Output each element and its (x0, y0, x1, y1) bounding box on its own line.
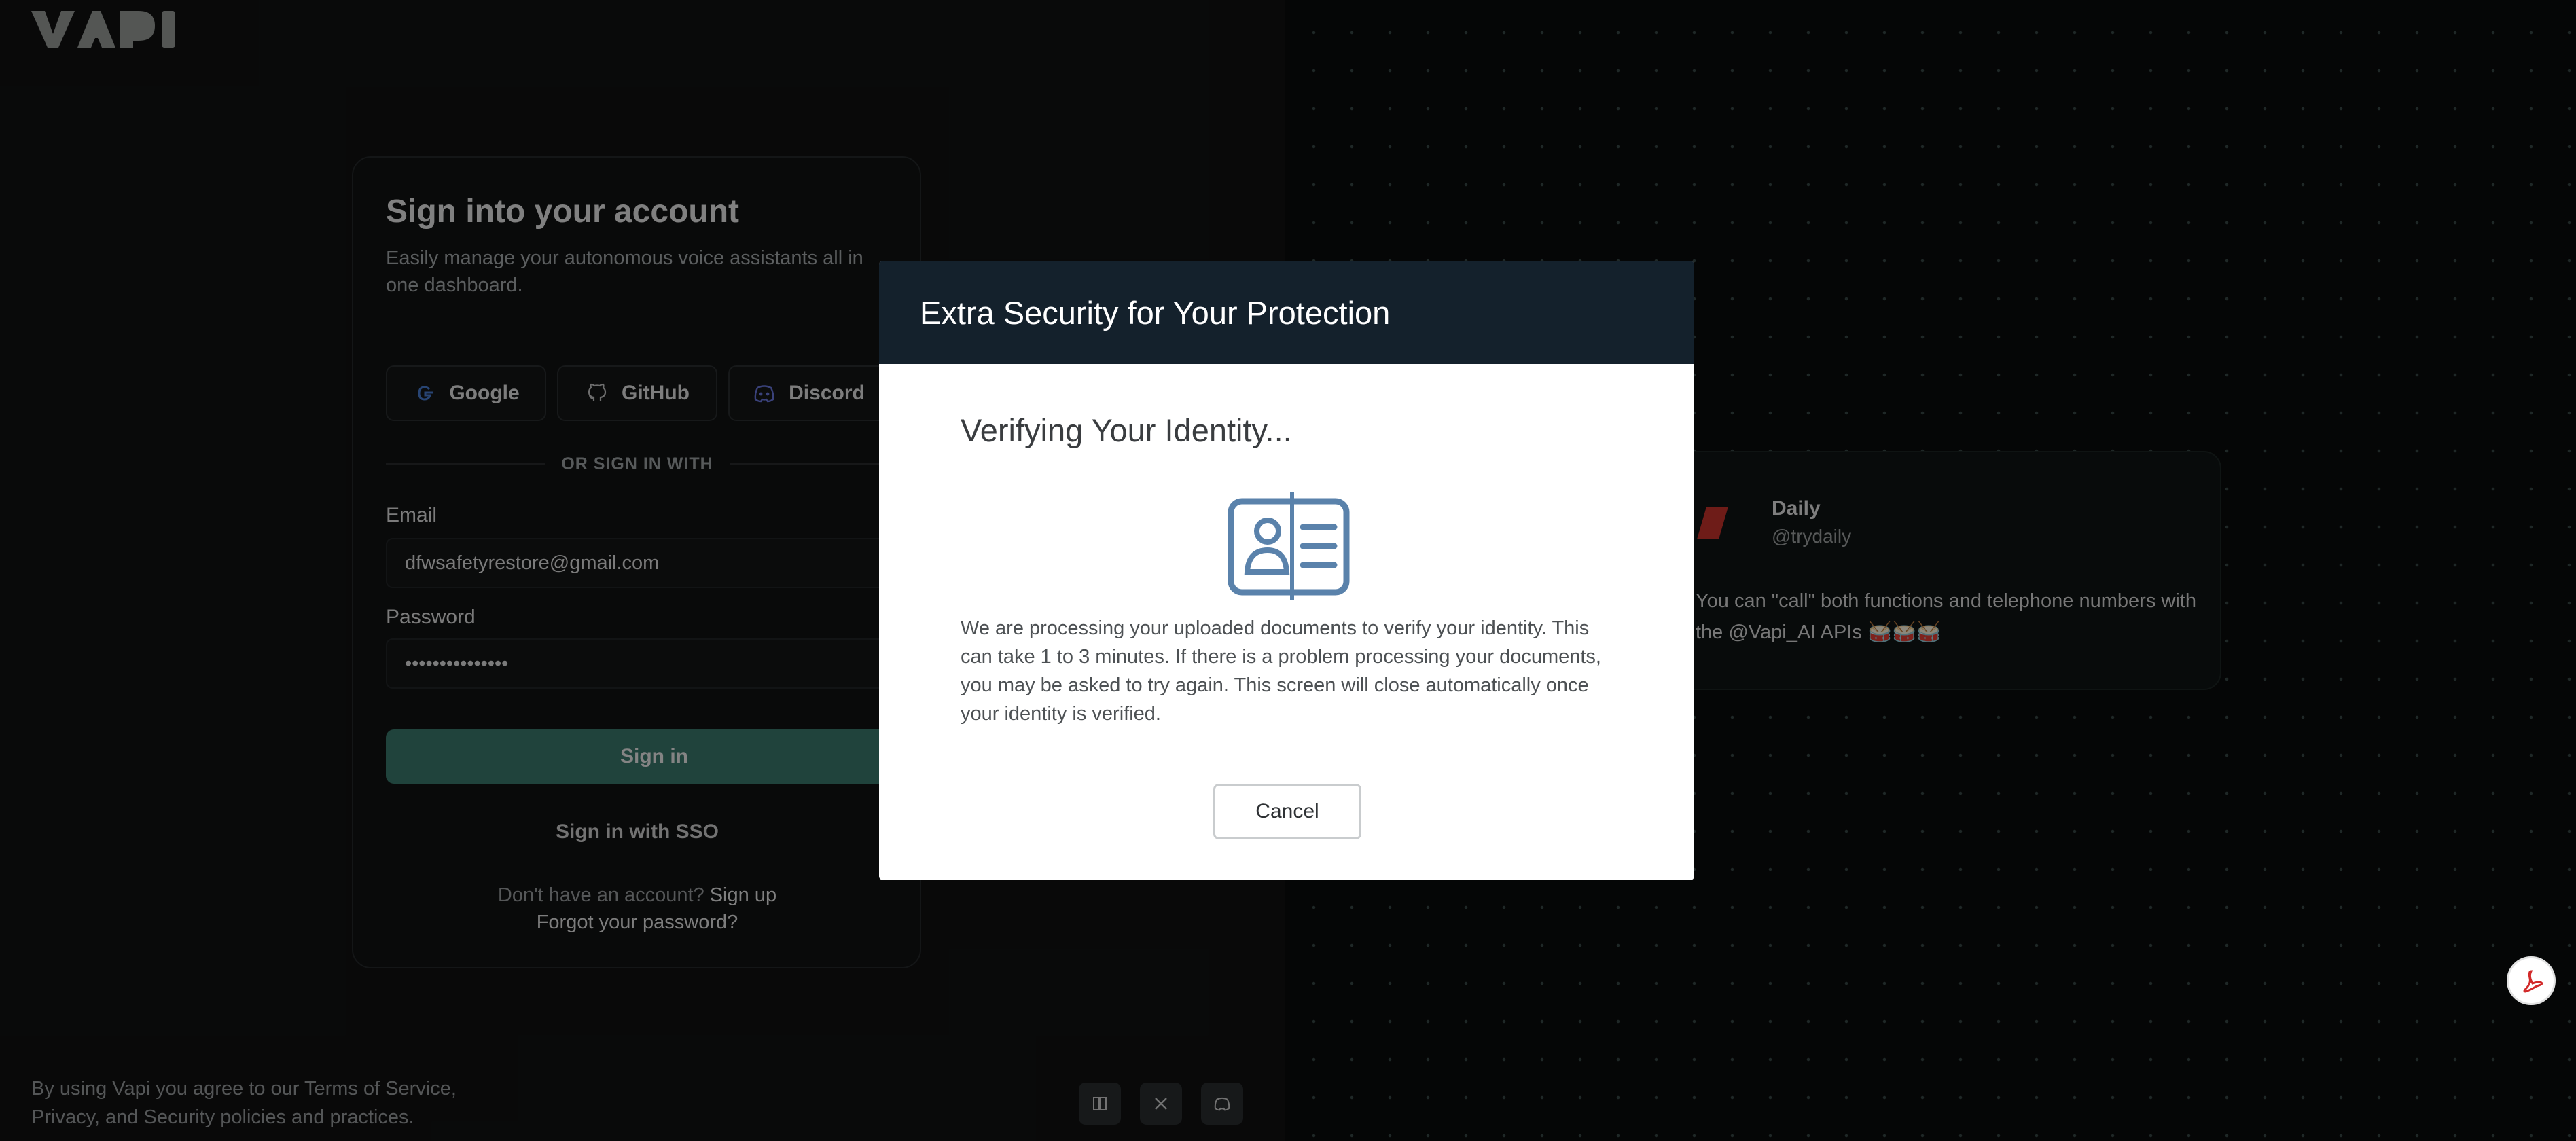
modal-header: Extra Security for Your Protection (879, 261, 1694, 364)
acrobat-pdf-icon[interactable] (2507, 956, 2556, 1005)
modal-title: Verifying Your Identity... (961, 412, 1292, 448)
cancel-button[interactable]: Cancel (1213, 784, 1361, 839)
verification-modal: Extra Security for Your Protection Verif… (879, 261, 1694, 880)
modal-body-text: We are processing your uploaded document… (961, 617, 1601, 725)
id-card-icon (1228, 492, 1350, 600)
